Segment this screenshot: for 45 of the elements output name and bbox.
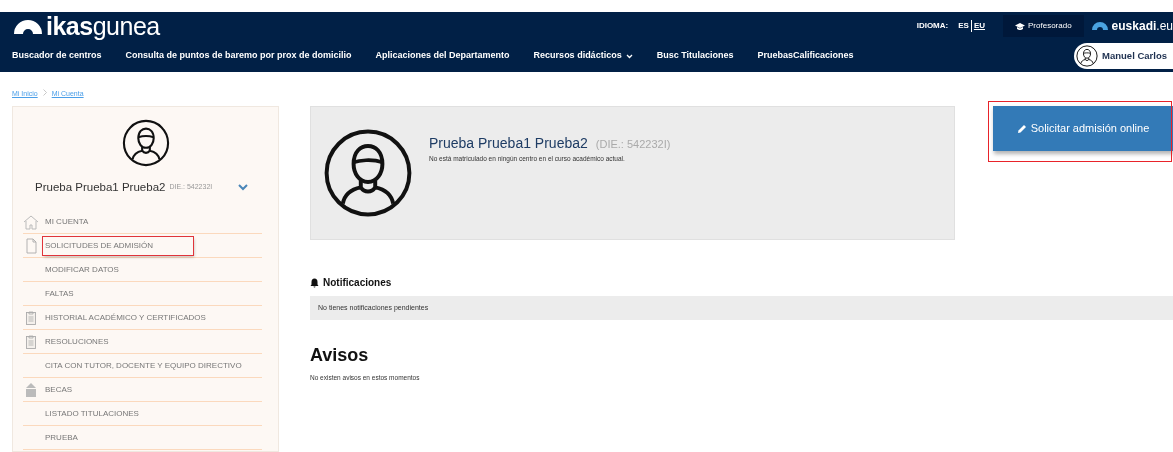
sidebar-menu-item[interactable]: FALTAS — [43, 284, 114, 303]
graduation-cap-icon — [1015, 22, 1025, 30]
nav-link[interactable]: Busc Titulaciones — [656, 49, 734, 63]
sidebar-menu-item[interactable]: HISTORIAL ACADÉMICO Y CERTIFICADOS — [43, 308, 246, 327]
sidebar-menu-item[interactable]: CITA CON TUTOR, DOCENTE Y EQUIPO DIRECTIVO — [43, 356, 282, 375]
sidebar-menu-item[interactable]: MODIFICAR DATOS — [43, 260, 159, 279]
student-name: Prueba Prueba1 Prueba2 — [35, 180, 166, 195]
sidebar-menu-item[interactable]: LISTADO TITULACIONES — [43, 404, 179, 423]
home-icon — [23, 213, 39, 230]
bell-icon — [310, 277, 319, 288]
pencil-icon — [1016, 123, 1027, 134]
avatar-icon — [121, 119, 170, 167]
sidebar-menu-item[interactable]: PRUEBA — [43, 428, 118, 447]
arch-icon — [14, 18, 42, 34]
sidebar-menu-item[interactable]: RESOLUCIONES — [43, 332, 149, 351]
language-label: IDIOMA: — [916, 20, 949, 32]
nav-link[interactable]: PruebasCalificaciones — [757, 49, 854, 63]
avatar-icon — [323, 128, 413, 218]
teacher-link[interactable]: Profesorado — [1003, 15, 1084, 37]
euskadi-logo[interactable]: euskadi.eu — [1091, 17, 1173, 35]
avatar-icon — [1076, 45, 1099, 67]
notifications-heading: Notificaciones — [323, 276, 392, 290]
document-icon — [23, 237, 39, 254]
nav-link[interactable]: Consulta de puntos de baremo por prox de domicilio — [125, 49, 352, 63]
notices-heading: Avisos — [310, 344, 370, 367]
ikasgunea-logo[interactable]: ikasgunea — [0, 12, 160, 40]
chevron-icon — [41, 89, 48, 96]
clipboard-icon — [23, 333, 39, 350]
nav-link[interactable]: Aplicaciones del Departamento — [375, 49, 510, 63]
sidebar-menu-item[interactable]: BECAS — [43, 380, 113, 399]
profile-id: (DIE.: 542232I) — [595, 137, 671, 152]
nav-link[interactable]: Buscador de centros — [12, 49, 102, 63]
arch-icon — [1091, 22, 1108, 30]
building-icon — [23, 381, 39, 398]
language-link[interactable]: ES — [956, 20, 971, 32]
sidebar-menu-item[interactable]: SOLICITUDES DE ADMISIÓN — [43, 236, 194, 255]
user-menu-button[interactable]: Manuel Carlos — [1074, 43, 1173, 69]
caret-icon — [625, 53, 633, 59]
sidebar-menu-item[interactable]: MI CUENTA — [43, 212, 129, 231]
expand-toggle[interactable] — [238, 184, 248, 192]
language-link[interactable]: EU — [970, 20, 987, 32]
apply-online-button[interactable]: Solicitar admisión online — [993, 106, 1173, 151]
profile-name: Prueba Prueba1 Prueba2 — [429, 134, 588, 153]
clipboard-icon — [23, 309, 39, 326]
nav-link[interactable]: Recursos didácticos — [533, 49, 633, 63]
